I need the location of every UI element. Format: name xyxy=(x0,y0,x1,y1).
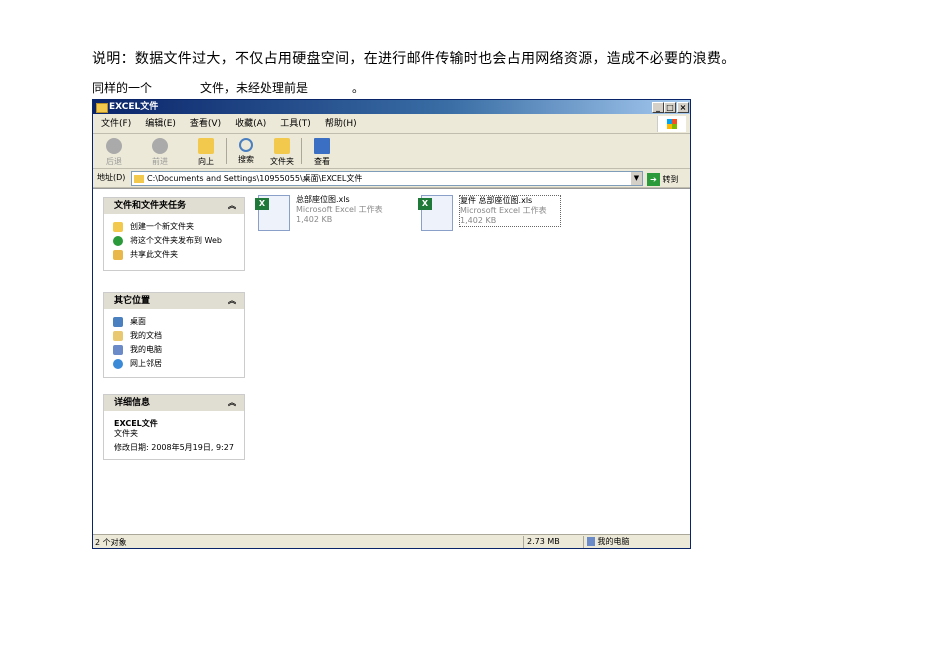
back-button[interactable]: 后退 xyxy=(97,136,131,167)
total-size: 2.73 MB xyxy=(523,536,582,548)
address-bar: 地址(D) C:\Documents and Settings\10955055… xyxy=(93,169,690,188)
menu-help[interactable]: 帮助(H) xyxy=(325,119,357,129)
folders-icon xyxy=(274,138,290,154)
excel-file-icon: X xyxy=(418,195,453,231)
menu-edit[interactable]: 编辑(E) xyxy=(145,119,176,129)
details-name: EXCEL文件 xyxy=(114,419,158,428)
folder-up-icon xyxy=(198,138,214,154)
views-button[interactable]: 查看 xyxy=(305,136,339,167)
tasks-pane: 文件和文件夹任务 ︽ 创建一个新文件夹 将这个文件夹发布到 Web 共享此文件夹 xyxy=(103,197,245,271)
documents-icon xyxy=(113,331,123,341)
pane-header[interactable]: 文件和文件夹任务 ︽ xyxy=(104,198,244,214)
details-type: 文件夹 xyxy=(114,429,138,438)
search-button[interactable]: 搜索 xyxy=(229,136,263,165)
status-bar: 2 个对象 2.73 MB 我的电脑 xyxy=(93,534,690,550)
forward-button[interactable]: 前进 xyxy=(143,136,177,167)
task-publish-web[interactable]: 将这个文件夹发布到 Web xyxy=(104,236,244,246)
file-size: 1,402 KB xyxy=(460,216,497,225)
file-name: 复件 总部座位图.xls xyxy=(460,196,533,205)
text-part: 同样的一个 xyxy=(92,81,153,95)
details-pane: 详细信息 ︽ EXCEL文件 文件夹 修改日期: 2008年5月19日, 9:27 xyxy=(103,394,245,460)
object-count: 2 个对象 xyxy=(95,538,127,547)
file-type: Microsoft Excel 工作表 xyxy=(460,206,547,215)
place-desktop[interactable]: 桌面 xyxy=(104,317,244,327)
collapse-icon[interactable]: ︽ xyxy=(228,198,236,214)
globe-icon xyxy=(113,236,123,246)
pane-header[interactable]: 详细信息 ︽ xyxy=(104,395,244,411)
menu-tools[interactable]: 工具(T) xyxy=(280,119,311,129)
go-button[interactable]: ➔ 转到 xyxy=(647,171,679,189)
desktop-icon xyxy=(113,317,123,327)
text-part: 文件，未经处理前是 xyxy=(200,81,309,95)
menu-bar: 文件(F) 编辑(E) 查看(V) 收藏(A) 工具(T) 帮助(H) xyxy=(93,115,690,134)
network-icon xyxy=(113,359,123,369)
description-text: 说明：数据文件过大，不仅占用硬盘空间，在进行邮件传输时也会占用网络资源，造成不必… xyxy=(92,51,736,67)
address-dropdown-icon[interactable]: ▼ xyxy=(631,172,642,185)
up-button[interactable]: 向上 xyxy=(189,136,223,167)
close-button[interactable]: × xyxy=(677,102,689,113)
task-new-folder[interactable]: 创建一个新文件夹 xyxy=(104,222,244,232)
go-arrow-icon: ➔ xyxy=(647,173,660,186)
title-bar[interactable]: EXCEL文件 _ □ × xyxy=(93,100,690,114)
computer-icon xyxy=(113,345,123,355)
file-type: Microsoft Excel 工作表 xyxy=(296,205,383,214)
menu-view[interactable]: 查看(V) xyxy=(190,119,221,129)
search-icon xyxy=(239,138,253,152)
address-input[interactable]: C:\Documents and Settings\10955055\桌面\EX… xyxy=(131,171,643,186)
address-label: 地址(D) xyxy=(97,173,126,182)
file-name: 总部座位图.xls xyxy=(296,195,350,204)
collapse-icon[interactable]: ︽ xyxy=(228,395,236,411)
toolbar: 后退 前进 向上 搜索 文件夹 查看 xyxy=(93,134,690,169)
explorer-window: EXCEL文件 _ □ × 文件(F) 编辑(E) 查看(V) 收藏(A) 工具(T) 帮… xyxy=(92,99,691,549)
computer-icon xyxy=(587,537,595,546)
new-folder-icon xyxy=(113,222,123,232)
menu-file[interactable]: 文件(F) xyxy=(101,119,131,129)
details-modified: 修改日期: 2008年5月19日, 9:27 xyxy=(114,443,234,452)
excel-file-icon: X xyxy=(255,195,290,231)
maximize-button[interactable]: □ xyxy=(664,102,676,113)
window-title: EXCEL文件 xyxy=(109,102,159,112)
place-my-computer[interactable]: 我的电脑 xyxy=(104,345,244,355)
folder-icon xyxy=(96,103,108,113)
folder-icon xyxy=(134,174,144,183)
forward-arrow-icon xyxy=(152,138,168,154)
location-zone: 我的电脑 xyxy=(583,536,687,548)
collapse-icon[interactable]: ︽ xyxy=(228,293,236,309)
back-arrow-icon xyxy=(106,138,122,154)
task-share-folder[interactable]: 共享此文件夹 xyxy=(104,250,244,260)
other-places-pane: 其它位置 ︽ 桌面 我的文档 我的电脑 网上邻居 xyxy=(103,292,245,378)
text-part: 。 xyxy=(352,81,365,95)
pane-header[interactable]: 其它位置 ︽ xyxy=(104,293,244,309)
place-network[interactable]: 网上邻居 xyxy=(104,359,244,369)
views-icon xyxy=(314,138,330,154)
place-my-documents[interactable]: 我的文档 xyxy=(104,331,244,341)
folders-button[interactable]: 文件夹 xyxy=(265,136,299,167)
comparison-text: 同样的一个 文件，未经处理前是 。 xyxy=(92,79,364,96)
minimize-button[interactable]: _ xyxy=(652,102,664,113)
menu-favorites[interactable]: 收藏(A) xyxy=(235,119,266,129)
file-view: 文件和文件夹任务 ︽ 创建一个新文件夹 将这个文件夹发布到 Web 共享此文件夹 … xyxy=(93,188,690,534)
share-folder-icon xyxy=(113,250,123,260)
file-size: 1,402 KB xyxy=(296,215,333,224)
windows-logo-icon xyxy=(657,116,686,132)
